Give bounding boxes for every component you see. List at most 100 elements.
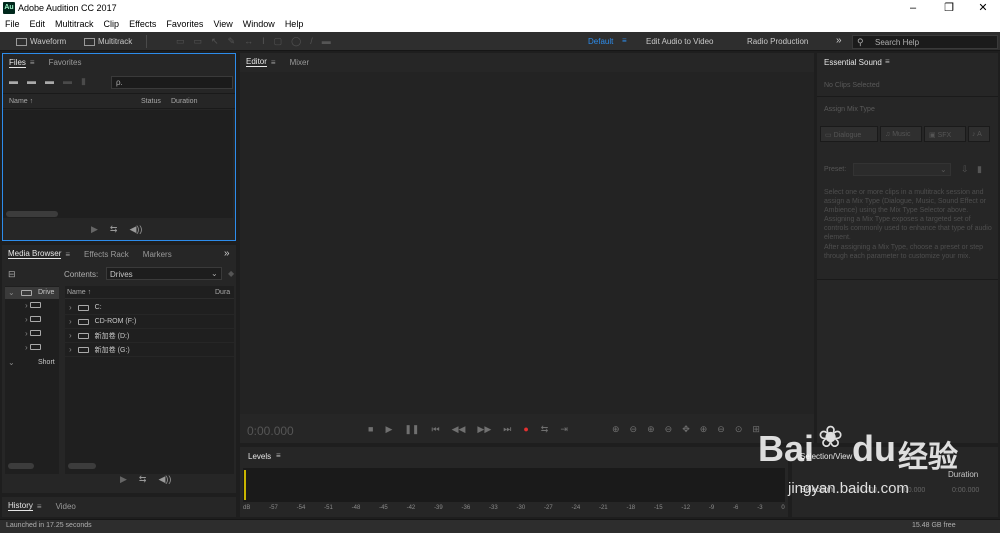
files-search-input[interactable]: ρ. — [111, 76, 233, 89]
import-file-icon[interactable]: ▬ — [27, 76, 36, 87]
menu-edit[interactable]: Edit — [30, 19, 46, 29]
table-row[interactable]: › C: — [65, 301, 234, 315]
time-selection-icon[interactable]: I — [262, 36, 265, 47]
column-duration[interactable]: Duration — [171, 98, 197, 105]
play-icon[interactable]: ▶ — [91, 224, 98, 235]
tab-favorites[interactable]: Favorites — [49, 58, 82, 67]
contents-dropdown[interactable]: Drives ⌄ — [106, 267, 222, 280]
media-overflow-icon[interactable]: » — [224, 248, 230, 259]
autoplay-icon[interactable]: ◀)) — [158, 474, 171, 485]
delete-icon[interactable]: ▮ — [81, 76, 86, 87]
razor-tool-icon[interactable]: ✎ — [228, 36, 236, 47]
levels-menu-icon[interactable]: ≡ — [276, 451, 281, 460]
tab-markers[interactable]: Markers — [143, 250, 172, 259]
waveform-button[interactable]: Waveform — [16, 35, 66, 48]
record-icon[interactable]: ● — [523, 424, 528, 435]
marquee-icon[interactable]: ▢ — [274, 36, 283, 47]
list-item[interactable]: › — [25, 343, 55, 357]
stop-icon[interactable]: ■ — [368, 424, 373, 435]
mix-type-sfx[interactable]: ▣ SFX — [924, 126, 966, 142]
minimize-icon[interactable]: – — [905, 1, 921, 15]
go-to-end-icon[interactable]: ⏭ — [503, 424, 511, 435]
spectral-frequency-icon[interactable]: ▭ — [176, 36, 185, 47]
menu-view[interactable]: View — [213, 19, 232, 29]
loop-icon[interactable]: ⇆ — [139, 474, 147, 485]
zoom-full-icon[interactable]: ✥ — [682, 424, 690, 435]
tab-effects-rack[interactable]: Effects Rack — [84, 250, 129, 259]
menu-window[interactable]: Window — [243, 19, 275, 29]
autoplay-icon[interactable]: ◀)) — [129, 224, 142, 235]
tab-video[interactable]: Video — [56, 502, 76, 511]
menu-clip[interactable]: Clip — [104, 19, 120, 29]
skip-selection-icon[interactable]: ⇥ — [560, 424, 568, 435]
move-tool-icon[interactable]: ↖ — [211, 36, 219, 47]
expand-chevron-icon[interactable]: ⌄ — [8, 288, 15, 297]
zoom-selection-icon[interactable]: ⊙ — [735, 424, 743, 435]
workspace-overflow-button[interactable]: » — [836, 35, 842, 46]
menu-effects[interactable]: Effects — [129, 19, 156, 29]
expand-chevron-icon[interactable]: › — [69, 345, 72, 354]
delete-preset-icon[interactable]: ▮ — [977, 164, 982, 175]
search-help-field[interactable]: ⚲ Search Help — [852, 35, 998, 49]
zoom-in-amplitude-icon[interactable]: ⊕ — [612, 424, 620, 435]
menu-multitrack[interactable]: Multitrack — [55, 19, 94, 29]
column-name[interactable]: Name ↑ — [67, 289, 91, 296]
zoom-tracks-icon[interactable]: ⊞ — [752, 424, 760, 435]
tab-editor[interactable]: Editor — [246, 57, 267, 67]
spot-healing-icon[interactable]: ▬ — [322, 36, 331, 47]
preset-dropdown[interactable]: ⌄ — [853, 163, 951, 176]
column-name[interactable]: Name ↑ — [9, 98, 33, 105]
lasso-icon[interactable]: ◯ — [291, 36, 301, 47]
selection-duration[interactable]: 0:00.000 — [952, 487, 979, 494]
expand-chevron-icon[interactable]: ⌄ — [8, 358, 15, 367]
zoom-out-point-icon[interactable]: ⊖ — [717, 424, 725, 435]
open-file-icon[interactable]: ▬ — [9, 76, 18, 87]
history-panel-menu-icon[interactable]: ≡ — [37, 502, 42, 511]
selection-start[interactable]: 0:00.000 — [850, 487, 877, 494]
brush-icon[interactable]: / — [310, 36, 313, 47]
column-duration[interactable]: Dura — [215, 289, 230, 296]
mix-type-dialogue[interactable]: ▭ Dialogue — [820, 126, 878, 142]
tab-history[interactable]: History — [8, 501, 33, 511]
time-display[interactable]: 0:00.000 — [247, 424, 294, 438]
table-row[interactable]: › 新加卷 (D:) — [65, 329, 234, 343]
essential-sound-menu-icon[interactable]: ≡ — [885, 57, 890, 66]
spectral-pitch-icon[interactable]: ▭ — [194, 36, 203, 47]
drive-row-selected[interactable]: ⌄ Drive — [5, 287, 59, 299]
mix-type-ambience[interactable]: ♪ A — [968, 126, 990, 142]
expand-chevron-icon[interactable]: › — [69, 317, 72, 326]
multitrack-button[interactable]: Multitrack — [84, 35, 132, 48]
files-list[interactable] — [3, 110, 233, 218]
selection-end[interactable]: 0:00.000 — [898, 487, 925, 494]
tab-media-browser[interactable]: Media Browser — [8, 249, 62, 259]
zoom-in-time-icon[interactable]: ⊕ — [647, 424, 655, 435]
tree-scrollbar[interactable] — [8, 463, 34, 469]
zoom-out-amplitude-icon[interactable]: ⊖ — [630, 424, 638, 435]
menu-help[interactable]: Help — [285, 19, 304, 29]
media-drive-icon[interactable]: ⊟ — [8, 269, 16, 280]
go-to-start-icon[interactable]: ⏮ — [431, 424, 439, 435]
new-file-icon[interactable]: ▬ — [45, 76, 54, 87]
play-icon[interactable]: ▶ — [385, 424, 392, 435]
save-preset-icon[interactable]: ⇩ — [961, 164, 969, 175]
workspace-menu-icon[interactable]: ≡ — [622, 36, 627, 45]
shortcuts-row[interactable]: ⌄ Short — [5, 357, 59, 369]
workspace-default[interactable]: Default — [588, 37, 613, 46]
menu-file[interactable]: File — [5, 19, 20, 29]
tab-mixer[interactable]: Mixer — [290, 58, 310, 67]
editor-canvas[interactable] — [240, 72, 814, 414]
expand-chevron-icon[interactable]: › — [69, 331, 72, 340]
mix-type-music[interactable]: ♫ Music — [880, 126, 922, 142]
zoom-out-time-icon[interactable]: ⊖ — [665, 424, 673, 435]
fast-forward-icon[interactable]: ▶▶ — [477, 424, 491, 435]
list-item[interactable]: › — [25, 315, 55, 329]
menu-favorites[interactable]: Favorites — [166, 19, 203, 29]
insert-into-multitrack-icon[interactable]: ▬ — [63, 76, 72, 87]
tab-files[interactable]: Files — [9, 58, 26, 68]
zoom-in-point-icon[interactable]: ⊕ — [700, 424, 708, 435]
pause-icon[interactable]: ❚❚ — [404, 424, 419, 435]
play-icon[interactable]: ▶ — [120, 474, 127, 485]
files-horizontal-scrollbar[interactable] — [6, 211, 58, 217]
editor-panel-menu-icon[interactable]: ≡ — [271, 58, 276, 67]
slip-tool-icon[interactable]: ↔ — [244, 36, 253, 47]
